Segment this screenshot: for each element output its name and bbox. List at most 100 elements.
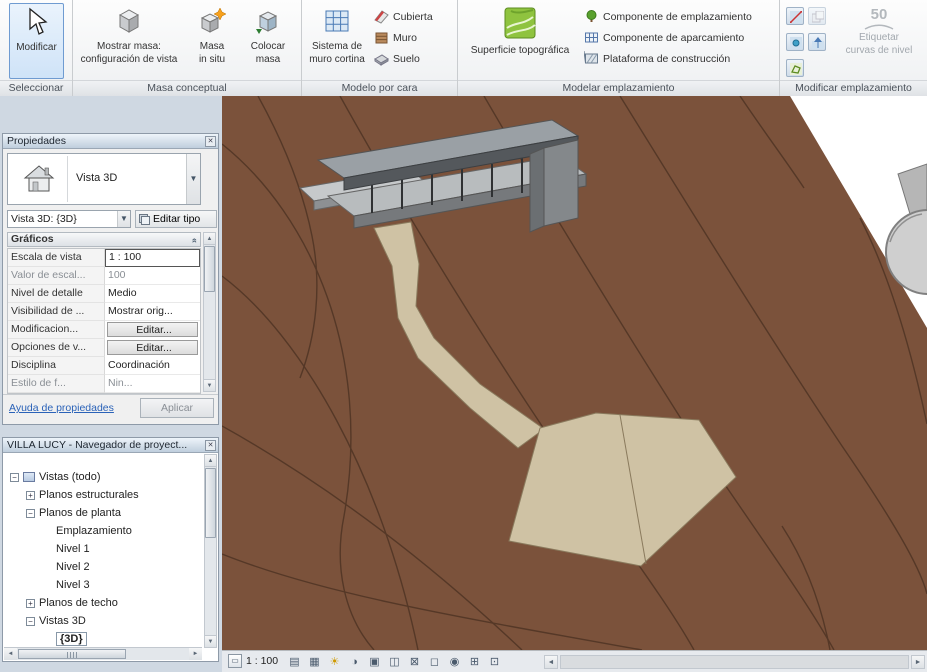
scroll-left-icon[interactable]: ◄: [4, 648, 17, 660]
floor-by-face-button[interactable]: Suelo: [374, 48, 433, 69]
panel-modificar-emplazamiento: 50 Etiquetar curvas de nivel Modificar e…: [780, 0, 927, 96]
scroll-down-icon[interactable]: ▼: [204, 379, 215, 391]
property-label: Modificacion...: [8, 321, 105, 339]
graded-region-icon[interactable]: [808, 33, 826, 51]
wall-icon: [374, 30, 389, 45]
subregion-icon[interactable]: [786, 33, 804, 51]
panel-label-modelo-por-cara[interactable]: Modelo por cara: [302, 80, 457, 96]
scroll-up-icon[interactable]: ▲: [205, 455, 216, 467]
tree-item-nivel-1[interactable]: Nivel 1: [4, 540, 202, 558]
roof-by-face-button[interactable]: Cubierta: [374, 6, 433, 27]
expand-icon[interactable]: +: [26, 599, 35, 608]
properties-vertical-scrollbar[interactable]: ▲ ▼: [203, 232, 216, 392]
panel-label-seleccionar[interactable]: Seleccionar: [0, 80, 72, 96]
property-value[interactable]: 100: [105, 267, 200, 285]
wall-by-face-button[interactable]: Muro: [374, 27, 433, 48]
tree-item-vistas-todo[interactable]: − Vistas (todo): [4, 468, 202, 486]
modify-button[interactable]: Modificar: [9, 3, 64, 79]
shadows-icon[interactable]: ◑: [346, 653, 363, 670]
analysis-display-icon[interactable]: ⊞: [466, 653, 483, 670]
sun-settings-icon[interactable]: ☀: [326, 653, 343, 670]
hide-elements-icon[interactable]: ◻: [426, 653, 443, 670]
show-mass-button[interactable]: Mostrar masa: configuración de vista: [77, 2, 181, 78]
panel-label-masa-conceptual[interactable]: Masa conceptual: [73, 80, 301, 96]
3d-viewport[interactable]: [222, 96, 927, 650]
edit-button[interactable]: Editar...: [107, 340, 198, 355]
scrollbar-thumb[interactable]: [205, 468, 216, 538]
expand-icon[interactable]: +: [26, 491, 35, 500]
label-contours-button[interactable]: 50 Etiquetar curvas de nivel: [834, 4, 924, 80]
property-line-icon[interactable]: [786, 59, 804, 77]
combo-dropdown-icon[interactable]: ▼: [117, 211, 130, 227]
view-horizontal-scrollbar[interactable]: [560, 655, 909, 669]
scrollbar-thumb[interactable]: [204, 246, 215, 292]
panel-label-modificar-emplazamiento[interactable]: Modificar emplazamiento: [780, 80, 927, 96]
type-preview: [10, 156, 68, 202]
type-selector-dropdown-icon[interactable]: ▼: [186, 154, 200, 204]
building-pad-label: Plataforma de construcción: [603, 53, 730, 65]
scroll-right-icon[interactable]: ►: [189, 648, 202, 660]
collapse-icon[interactable]: −: [10, 473, 19, 482]
scrollbar-thumb[interactable]: [18, 649, 126, 659]
browser-vertical-scrollbar[interactable]: ▲ ▼: [204, 454, 217, 648]
toposurface-button[interactable]: Superficie topográfica: [462, 2, 578, 78]
view-instance-combo[interactable]: Vista 3D: {3D} ▼: [7, 210, 131, 228]
curtain-system-button[interactable]: Sistema de muro cortina: [306, 2, 368, 78]
parking-component-button[interactable]: Componente de aparcamiento: [584, 27, 752, 48]
tree-item-planos-de-planta[interactable]: − Planos de planta: [4, 504, 202, 522]
scale-button[interactable]: ▭ 1 : 100: [228, 654, 278, 668]
tree-item-label-selected: {3D}: [56, 632, 87, 646]
properties-help-link[interactable]: Ayuda de propiedades: [9, 402, 114, 414]
tree-item-nivel-3[interactable]: Nivel 3: [4, 576, 202, 594]
collapse-icon[interactable]: −: [26, 617, 35, 626]
property-value[interactable]: 1 : 100: [105, 249, 200, 267]
browser-titlebar[interactable]: VILLA LUCY - Navegador de proyect... ✕: [3, 438, 218, 453]
reveal-hidden-icon[interactable]: ◉: [446, 653, 463, 670]
show-crop-region-icon[interactable]: ◫: [386, 653, 403, 670]
worksharing-display-icon[interactable]: ⊡: [486, 653, 503, 670]
section-collapse-icon[interactable]: «: [188, 238, 201, 243]
crop-view-icon[interactable]: ▣: [366, 653, 383, 670]
tree-item-nivel-2[interactable]: Nivel 2: [4, 558, 202, 576]
browser-horizontal-scrollbar[interactable]: ◄ ►: [4, 647, 202, 660]
building-pad-button[interactable]: Plataforma de construcción: [584, 48, 752, 69]
scroll-left-icon[interactable]: ◄: [544, 655, 558, 669]
property-row: Escala de vista 1 : 100: [8, 249, 200, 267]
panel-label-modelar-emplazamiento[interactable]: Modelar emplazamiento: [458, 80, 779, 96]
close-icon[interactable]: ✕: [205, 440, 216, 451]
edge-structure: [886, 164, 927, 294]
close-icon[interactable]: ✕: [205, 136, 216, 147]
mass-in-situ-button[interactable]: Masa in situ: [185, 2, 239, 78]
property-value[interactable]: Mostrar orig...: [105, 303, 200, 321]
tree-item-planos-de-techo[interactable]: + Planos de techo: [4, 594, 202, 612]
tree-item-planos-estructurales[interactable]: + Planos estructurales: [4, 486, 202, 504]
type-selector[interactable]: Vista 3D ▼: [7, 153, 201, 205]
properties-title: Propiedades: [7, 135, 66, 147]
split-surface-icon[interactable]: [786, 7, 804, 25]
properties-titlebar[interactable]: Propiedades ✕: [3, 134, 218, 149]
detail-level-icon[interactable]: ▦: [306, 653, 323, 670]
tree-item-emplazamiento[interactable]: Emplazamiento: [4, 522, 202, 540]
property-value[interactable]: Coordinación: [105, 357, 200, 375]
place-mass-button[interactable]: Colocar masa: [241, 2, 295, 78]
scroll-right-icon[interactable]: ►: [911, 655, 925, 669]
edit-button[interactable]: Editar...: [107, 322, 198, 337]
mass-in-situ-icon: [197, 6, 227, 39]
floor-icon: [374, 51, 389, 66]
site-component-button[interactable]: Componente de emplazamiento: [584, 6, 752, 27]
apply-button[interactable]: Aplicar: [140, 398, 214, 418]
visual-style-icon[interactable]: ▤: [286, 653, 303, 670]
property-row: Valor de escal... 100: [8, 267, 200, 285]
tree-item-vistas-3d[interactable]: − Vistas 3D: [4, 612, 202, 630]
property-value[interactable]: Nin...: [105, 375, 200, 393]
merge-surfaces-icon[interactable]: [808, 7, 826, 25]
collapse-icon[interactable]: −: [26, 509, 35, 518]
property-label: Valor de escal...: [8, 267, 105, 285]
tree-item-3d-view[interactable]: {3D}: [4, 630, 202, 646]
lock-view-icon[interactable]: ⊠: [406, 653, 423, 670]
property-value[interactable]: Medio: [105, 285, 200, 303]
scroll-up-icon[interactable]: ▲: [204, 233, 215, 245]
edit-type-button[interactable]: Editar tipo: [135, 210, 217, 228]
section-graficos[interactable]: Gráficos «: [7, 232, 201, 247]
scroll-down-icon[interactable]: ▼: [205, 635, 216, 647]
